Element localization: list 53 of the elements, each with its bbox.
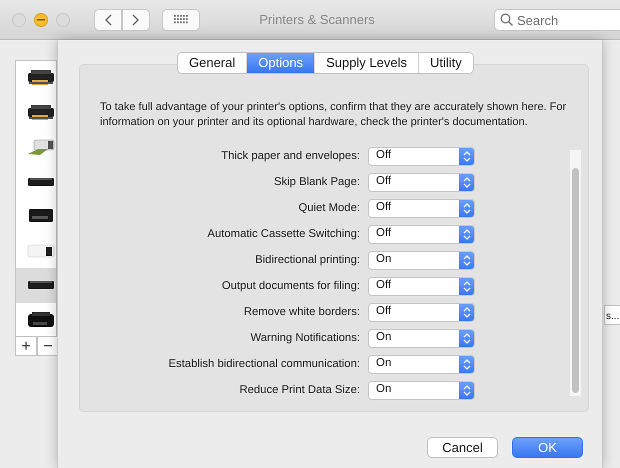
printer-list-item[interactable] — [16, 268, 56, 302]
forward-button[interactable] — [122, 8, 150, 30]
updown-arrows-icon — [459, 252, 474, 268]
chevron-left-icon — [104, 14, 112, 26]
window-title: Printers & Scanners — [258, 10, 376, 29]
updown-arrows-icon — [459, 200, 474, 216]
description-text: To take full advantage of your printer's options, confirm that they are accurately shown here. For information on your printer and its optional hardware, check the printer's documentation. — [100, 100, 568, 129]
option-label: Thick paper and envelopes: — [220, 148, 361, 164]
scrollbar-thumb[interactable] — [572, 168, 579, 393]
search-field[interactable]: Search — [494, 9, 620, 31]
option-label: Remove white borders: — [242, 304, 361, 320]
popup-button[interactable]: Off — [368, 147, 475, 166]
updown-arrows-icon — [459, 174, 474, 190]
updown-arrows-icon — [459, 278, 474, 294]
option-label: Reduce Print Data Size: — [238, 382, 361, 398]
add-button[interactable]: + — [15, 336, 37, 356]
tab[interactable]: Utility — [418, 53, 473, 73]
updown-arrows-icon — [459, 304, 474, 320]
grid-view-button[interactable] — [162, 8, 200, 30]
updown-arrows-icon — [459, 330, 474, 346]
option-label: Output documents for filing: — [220, 278, 361, 294]
option-label: Skip Blank Page: — [272, 174, 361, 190]
search-icon — [500, 12, 513, 26]
popup-button[interactable]: Off — [368, 276, 475, 296]
options-button[interactable]: s... — [604, 305, 620, 325]
popup-button[interactable]: On — [368, 354, 475, 374]
remove-button[interactable]: − — [37, 336, 59, 356]
popup-button[interactable]: On — [368, 250, 475, 270]
updown-arrows-icon — [459, 382, 474, 398]
popup-button[interactable]: Off — [368, 172, 475, 192]
popup-button[interactable]: Off — [368, 198, 475, 218]
popup-button[interactable]: Off — [368, 302, 475, 322]
updown-arrows-icon — [459, 148, 474, 164]
back-button[interactable] — [94, 8, 122, 30]
updown-arrows-icon — [459, 356, 474, 372]
popup-button[interactable]: On — [368, 328, 475, 348]
option-label: Automatic Cassette Switching: — [206, 226, 361, 242]
updown-arrows-icon — [459, 226, 474, 242]
cancel-button[interactable]: Cancel — [427, 437, 498, 458]
grid-icon — [174, 15, 188, 24]
popup-button[interactable]: Off — [368, 224, 475, 244]
minus-icon — [37, 18, 45, 20]
printer-icon — [26, 310, 56, 330]
scrollbar-track[interactable] — [570, 150, 581, 396]
option-label: Warning Notifications: — [250, 330, 361, 346]
option-label: Establish bidirectional communication: — [167, 356, 361, 372]
printer-icon — [26, 137, 56, 158]
option-label: Quiet Mode: — [297, 200, 361, 216]
minimize-button[interactable] — [34, 12, 48, 26]
popup-button[interactable]: On — [368, 380, 475, 400]
printer-icon — [26, 102, 56, 123]
chevron-right-icon — [132, 14, 140, 26]
option-label: Bidirectional printing: — [254, 252, 361, 268]
